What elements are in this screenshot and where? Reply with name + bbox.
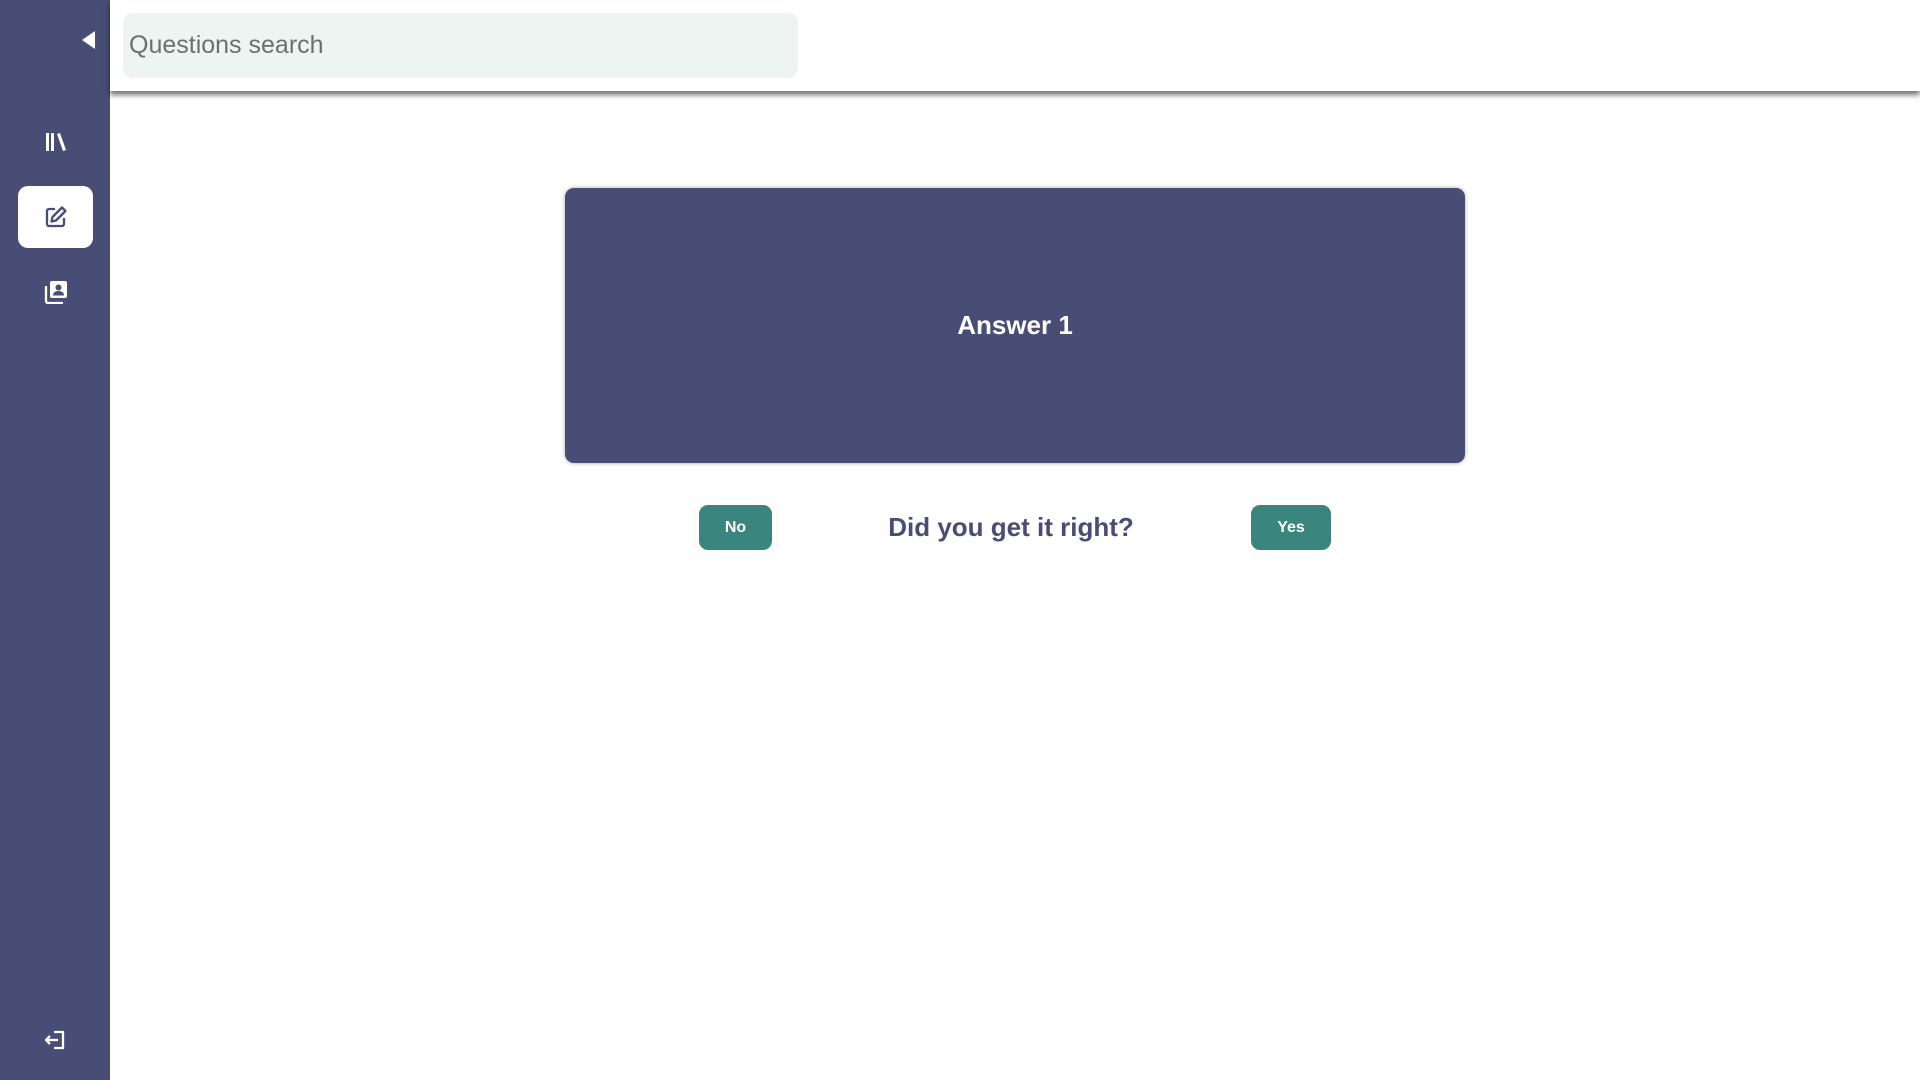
questions-search-input[interactable]	[123, 13, 798, 78]
sidebar-item-edit[interactable]	[18, 186, 93, 248]
caret-left-icon	[82, 31, 95, 49]
books-icon	[45, 133, 66, 151]
top-bar	[110, 0, 1920, 91]
no-button[interactable]: No	[699, 505, 772, 550]
self-assessment-question: Did you get it right?	[888, 512, 1134, 542]
sidebar-item-contacts[interactable]	[18, 261, 93, 323]
collapse-sidebar-button[interactable]	[78, 29, 100, 51]
edit-square-icon	[45, 206, 67, 228]
logout-button[interactable]	[18, 1009, 93, 1071]
logout-icon	[44, 1030, 64, 1050]
answer-card-text: Answer 1	[957, 310, 1073, 340]
contact-book-icon	[44, 281, 67, 304]
sidebar	[0, 0, 110, 1080]
answer-card[interactable]: Answer 1	[565, 188, 1465, 463]
sidebar-item-library[interactable]	[18, 111, 93, 173]
yes-button[interactable]: Yes	[1251, 505, 1331, 550]
